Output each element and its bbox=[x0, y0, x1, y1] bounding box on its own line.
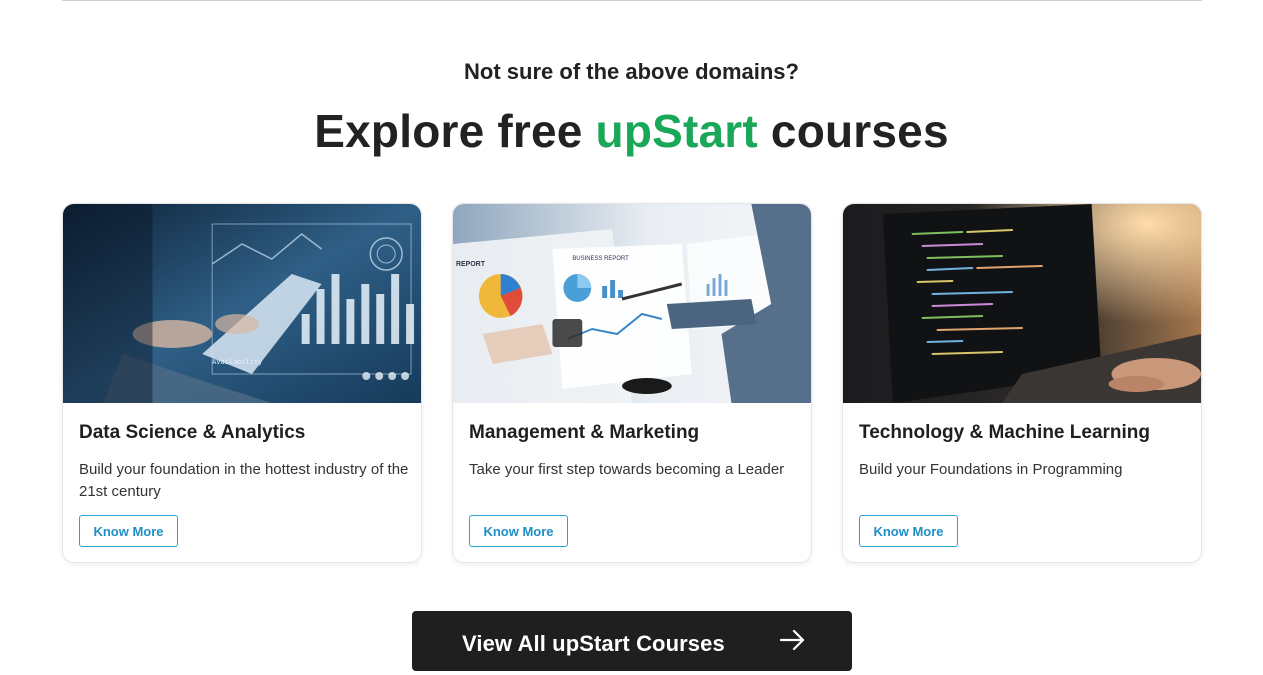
card-title: Technology & Machine Learning bbox=[859, 422, 1151, 443]
know-more-button[interactable]: Know More bbox=[859, 515, 958, 547]
section-divider bbox=[62, 0, 1202, 1]
course-cards: Availability Data Science & Analytics Bu… bbox=[62, 203, 1202, 563]
view-all-label: View All upStart Courses bbox=[462, 631, 725, 656]
card-description: Build your foundation in the hottest ind… bbox=[79, 461, 409, 500]
card-description: Take your first step towards becoming a … bbox=[469, 461, 785, 478]
heading-suffix: courses bbox=[757, 105, 949, 157]
course-card-technology: Technology & Machine Learning Build your… bbox=[842, 203, 1202, 563]
business-report-image: REPORT BUSINESS REPORT bbox=[453, 204, 811, 403]
card-description: Build your Foundations in Programming bbox=[859, 461, 1123, 478]
section-heading: Explore free upStart courses bbox=[0, 104, 1263, 158]
course-card-data-science: Availability Data Science & Analytics Bu… bbox=[62, 203, 422, 563]
availability-caption: Availability bbox=[212, 358, 262, 366]
heading-prefix: Explore free bbox=[314, 105, 596, 157]
know-more-button[interactable]: Know More bbox=[79, 515, 178, 547]
heading-accent: upStart bbox=[595, 105, 758, 157]
arrow-right-icon bbox=[780, 629, 805, 651]
data-analytics-image: Availability bbox=[63, 204, 421, 403]
card-title: Data Science & Analytics bbox=[79, 422, 306, 443]
report-caption: REPORT bbox=[456, 261, 486, 268]
card-title: Management & Marketing bbox=[469, 422, 700, 443]
laptop-code-image bbox=[843, 204, 1201, 403]
business-report-caption: BUSINESS REPORT bbox=[572, 256, 629, 262]
view-all-courses-button[interactable]: View All upStart Courses bbox=[412, 611, 852, 671]
course-card-management: REPORT BUSINESS REPORT Management & Mark… bbox=[452, 203, 812, 563]
know-more-button[interactable]: Know More bbox=[469, 515, 568, 547]
section-subheading: Not sure of the above domains? bbox=[464, 59, 799, 84]
